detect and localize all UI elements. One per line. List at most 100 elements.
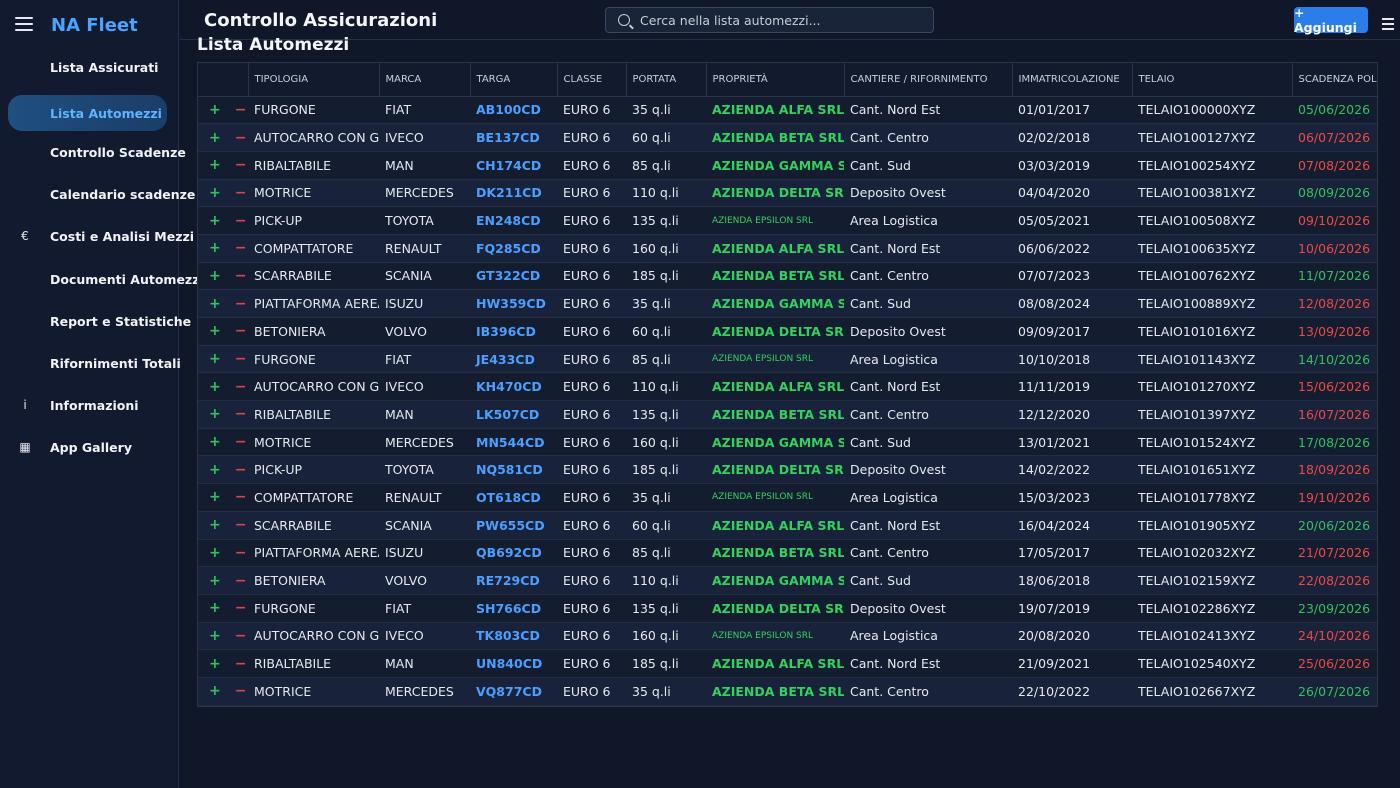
sidebar-item-rifornimenti-totali[interactable]: Rifornimenti Totali (8, 345, 181, 381)
table-row[interactable]: + − FURGONE FIAT SH766CD EURO 6 135 q.li AZIEND… (198, 594, 1377, 623)
add-row-button[interactable]: + (209, 406, 221, 422)
remove-row-button[interactable]: − (235, 462, 247, 478)
table-row[interactable]: + − MOTRICE MERCEDES VQ877CD EURO 6 35 q.li AZI… (198, 677, 1377, 706)
sidebar-item-calendario-scadenze[interactable]: Calendario scadenze (8, 176, 195, 212)
add-row-button[interactable]: + (209, 130, 221, 146)
add-row-button[interactable]: + (209, 434, 221, 450)
remove-row-button[interactable]: − (235, 157, 247, 173)
menu-icon[interactable] (1382, 18, 1394, 33)
table-row[interactable]: + − RIBALTABILE MAN CH174CD EURO 6 85 q.li AZIE… (198, 151, 1377, 180)
add-row-button[interactable]: + (209, 628, 221, 644)
remove-row-button[interactable]: − (235, 656, 247, 672)
remove-row-button[interactable]: − (235, 489, 247, 505)
table-row[interactable]: + − MOTRICE MERCEDES DK211CD EURO 6 110 q.li AZ… (198, 179, 1377, 208)
remove-row-button[interactable]: − (235, 102, 247, 118)
table-row[interactable]: + − RIBALTABILE MAN UN840CD EURO 6 185 q.li AZI… (198, 649, 1377, 678)
cell-targa[interactable]: MN544CD (470, 428, 557, 457)
cell-targa[interactable]: RE729CD (470, 566, 557, 595)
sidebar-item-costi-e-analisi-mezzi[interactable]: € Costi e Analisi Mezzi (8, 218, 194, 254)
cell-targa[interactable]: DK211CD (470, 179, 557, 208)
table-row[interactable]: + − PICK-UP TOYOTA EN248CD EURO 6 135 q.li AZIE… (198, 206, 1377, 235)
table-row[interactable]: + − PICK-UP TOYOTA NQ581CD EURO 6 185 q.li AZIE… (198, 455, 1377, 485)
cell-targa[interactable]: PW655CD (470, 511, 557, 540)
add-row-button[interactable]: + (209, 600, 221, 616)
table-row[interactable]: +−AUTOCARRO CON GRUIVECOTK803CDEURO 6160… (198, 622, 1377, 651)
cell-targa[interactable]: NQ581CD (470, 455, 557, 485)
add-row-button[interactable]: + (209, 489, 221, 505)
remove-row-button[interactable]: − (235, 185, 247, 201)
remove-row-button[interactable]: − (235, 573, 247, 589)
add-row-button[interactable]: + (209, 268, 221, 284)
table-row[interactable]: + − MOTRICE MERCEDES MN544CD EURO 6 160 q.li AZ… (198, 428, 1377, 457)
add-row-button[interactable]: + (209, 351, 221, 367)
add-row-button[interactable]: + (209, 545, 221, 561)
remove-row-button[interactable]: − (235, 600, 247, 616)
add-row-button[interactable]: + (209, 379, 221, 395)
cell-targa[interactable]: GT322CD (470, 262, 557, 291)
cell-targa[interactable]: BE137CD (470, 123, 557, 152)
cell-targa[interactable]: JE433CD (470, 345, 557, 374)
remove-row-button[interactable]: − (235, 351, 247, 367)
cell-targa[interactable]: HW359CD (470, 289, 557, 318)
table-row[interactable]: + − SCARRABILE SCANIA GT322CD EURO 6 185 q.li A… (198, 262, 1377, 291)
remove-row-button[interactable]: − (235, 683, 247, 699)
remove-row-button[interactable]: − (235, 268, 247, 284)
sidebar-item-documenti-automezzi[interactable]: Documenti Automezzi (8, 261, 204, 297)
table-row[interactable]: + − COMPATTATORE RENAULT OT618CD EURO 6 35 q.l… (198, 483, 1377, 512)
sidebar-item-lista-assicurati[interactable]: Lista Assicurati (8, 49, 167, 85)
table-row[interactable]: +−AUTOCARRO CON GRUIVECOBE137CDEURO 660 … (198, 123, 1377, 152)
cell-targa[interactable]: FQ285CD (470, 234, 557, 263)
cell-targa[interactable]: TK803CD (470, 622, 557, 651)
table-row[interactable]: + − COMPATTATORE RENAULT FQ285CD EURO 6 160 q.… (198, 234, 1377, 263)
remove-row-button[interactable]: − (235, 545, 247, 561)
add-row-button[interactable]: + (209, 683, 221, 699)
column-header[interactable]: CANTIERE / RIFORNIMENTO (844, 63, 1013, 97)
column-header[interactable]: TELAIO (1132, 63, 1293, 97)
table-row[interactable]: + − FURGONE FIAT AB100CD EURO 6 35 q.li AZIENDA… (198, 96, 1377, 125)
column-header[interactable]: PORTATA (626, 63, 707, 97)
cell-targa[interactable]: EN248CD (470, 206, 557, 235)
cell-targa[interactable]: LK507CD (470, 400, 557, 429)
brand-logo[interactable]: NA Fleet (51, 15, 138, 36)
remove-row-button[interactable]: − (235, 213, 247, 229)
remove-row-button[interactable]: − (235, 628, 247, 644)
add-row-button[interactable]: + (209, 323, 221, 339)
remove-row-button[interactable]: − (235, 240, 247, 256)
table-row[interactable]: + − FURGONE FIAT JE433CD EURO 6 85 q.li AZIENDA… (198, 345, 1377, 374)
cell-targa[interactable]: KH470CD (470, 372, 557, 402)
column-header[interactable]: CLASSE (557, 63, 627, 97)
column-header[interactable]: MARCA (379, 63, 471, 97)
add-row-button[interactable]: + (209, 240, 221, 256)
remove-row-button[interactable]: − (235, 379, 247, 395)
add-row-button[interactable]: + (209, 573, 221, 589)
add-row-button[interactable]: + (209, 462, 221, 478)
remove-row-button[interactable]: − (235, 406, 247, 422)
cell-targa[interactable]: CH174CD (470, 151, 557, 180)
table-row[interactable]: + − BETONIERA VOLVO IB396CD EURO 6 60 q.li AZIE… (198, 317, 1377, 346)
column-header[interactable]: IMMATRICOLAZIONE (1012, 63, 1133, 97)
cell-targa[interactable]: QB692CD (470, 539, 557, 568)
remove-row-button[interactable]: − (235, 130, 247, 146)
table-row[interactable]: + − SCARRABILE SCANIA PW655CD EURO 6 60 q.li AZ… (198, 511, 1377, 540)
sidebar-item-lista-automezzi[interactable]: Lista Automezzi (8, 95, 167, 131)
table-row[interactable]: +−AUTOCARRO CON GRUIVECOKH470CDEURO 6110… (198, 372, 1377, 402)
add-row-button[interactable]: + (209, 656, 221, 672)
add-row-button[interactable]: + (209, 102, 221, 118)
remove-row-button[interactable]: − (235, 323, 247, 339)
column-header[interactable]: TARGA (470, 63, 558, 97)
table-row[interactable]: + − RIBALTABILE MAN LK507CD EURO 6 135 q.li AZI… (198, 400, 1377, 429)
add-row-button[interactable]: + (209, 296, 221, 312)
add-row-button[interactable]: + (209, 185, 221, 201)
sidebar-item-controllo-scadenze[interactable]: Controllo Scadenze (8, 134, 186, 170)
table-row[interactable]: + − PIATTAFORMA AEREA ISUZU HW359CD EURO 6 35 … (198, 289, 1377, 318)
cell-targa[interactable]: SH766CD (470, 594, 557, 623)
column-header[interactable]: PROPRIETÀ (706, 63, 845, 97)
sidebar-item-report-e-statistiche[interactable]: Report e Statistiche (8, 303, 191, 339)
column-header[interactable] (198, 63, 249, 97)
add-row-button[interactable]: + (209, 157, 221, 173)
cell-targa[interactable]: OT618CD (470, 483, 557, 512)
cell-targa[interactable]: UN840CD (470, 649, 557, 678)
table-row[interactable]: + − PIATTAFORMA AEREA ISUZU QB692CD EURO 6 85 … (198, 539, 1377, 568)
add-button[interactable]: + Aggiungi (1294, 5, 1368, 35)
hamburger-menu-icon[interactable] (15, 17, 33, 33)
